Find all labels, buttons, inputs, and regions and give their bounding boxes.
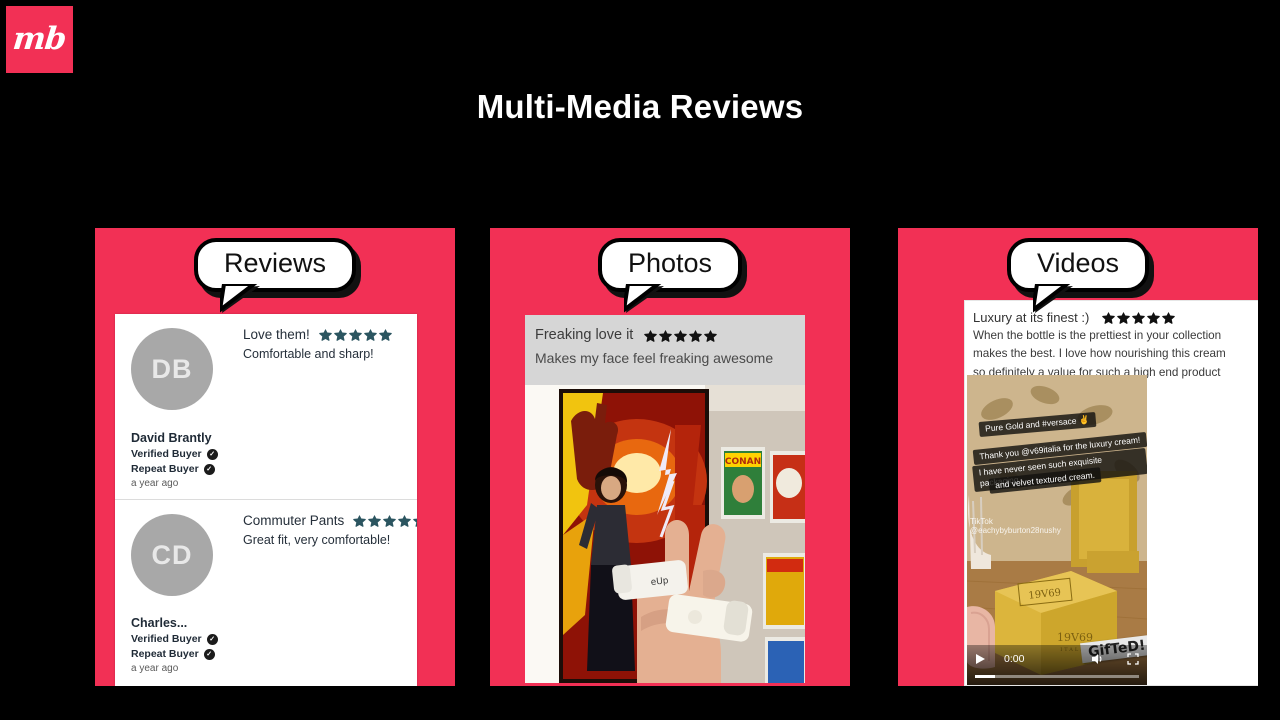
video-controls-bar: 0:00 — [967, 645, 1147, 685]
review-video-player[interactable]: 19V69 19V69 ITALIA Pure Gold and #versac… — [967, 375, 1147, 685]
speech-bubble-tail-icon — [623, 283, 664, 313]
bubble-videos: Videos — [898, 238, 1258, 313]
tiktok-watermark-label: TikTok — [970, 517, 993, 526]
review-header: Commuter Pants — [243, 513, 417, 528]
review-timestamp: a year ago — [131, 663, 179, 674]
review-title: Commuter Pants — [243, 513, 345, 528]
review-header: Love them! — [243, 327, 417, 342]
star-rating — [353, 514, 417, 527]
star-icon — [383, 514, 397, 527]
verified-buyer-label: Verified Buyer — [131, 448, 202, 460]
svg-text:eUp: eUp — [650, 576, 669, 588]
star-icon — [318, 328, 332, 341]
check-icon: ✓ — [206, 448, 218, 460]
star-icon — [333, 328, 347, 341]
review-item[interactable]: CD Commuter Pants Great fit, very comfor… — [115, 499, 417, 684]
review-body: Comfortable and sharp! — [243, 347, 374, 361]
verified-buyer-badge: Verified Buyer ✓ — [131, 448, 218, 460]
star-icon — [704, 329, 718, 342]
avatar-initials: DB — [151, 353, 193, 384]
panel-photos: Photos Freaking love it Makes my face fe… — [490, 228, 850, 686]
star-rating — [644, 329, 718, 342]
star-icon — [674, 329, 688, 342]
bubble-reviews: Reviews — [95, 238, 455, 313]
photo-review-card[interactable]: Freaking love it Makes my face feel frea… — [525, 315, 805, 683]
volume-icon[interactable] — [1091, 653, 1105, 665]
reviewer-name: David Brantly — [131, 431, 212, 445]
check-icon: ✓ — [203, 648, 215, 660]
brand-logo-text: mb — [11, 21, 68, 57]
photo-image: CONAN eUp — [525, 385, 805, 683]
bubble-photos: Photos — [490, 238, 850, 313]
repeat-buyer-badge: Repeat Buyer ✓ — [131, 463, 218, 475]
bubble-videos-label: Videos — [1036, 248, 1120, 278]
star-rating — [1102, 311, 1176, 324]
reviews-card: DB Love them! Comfortable and sharp! Dav… — [115, 314, 417, 686]
video-progress-fill — [975, 675, 995, 678]
star-icon — [413, 518, 417, 527]
speech-bubble-tail-icon — [1032, 283, 1073, 313]
panel-reviews: Reviews DB Love them! Comfortable and sh… — [95, 228, 455, 686]
bubble-photos-label: Photos — [627, 248, 713, 278]
repeat-buyer-label: Repeat Buyer — [131, 463, 199, 475]
check-icon: ✓ — [206, 633, 218, 645]
review-meta: Charles... Verified Buyer ✓ Repeat Buyer… — [131, 616, 218, 674]
star-icon — [368, 514, 382, 527]
video-review-card[interactable]: Luxury at its finest :) When the bottle … — [964, 300, 1258, 686]
slide-canvas: mb Multi-Media Reviews Reviews DB Love t… — [0, 0, 1280, 720]
panel-videos: Videos Luxury at its finest :) When the … — [898, 228, 1258, 686]
photo-review-body: Makes my face feel freaking awesome — [535, 350, 774, 366]
star-icon — [689, 329, 703, 342]
star-icon — [378, 328, 392, 341]
tiktok-watermark-handle: @eachybyburton28nushy — [970, 526, 1061, 536]
video-review-line-1: When the bottle is the prettiest in your… — [973, 329, 1222, 342]
star-icon — [1102, 311, 1116, 324]
star-icon — [1162, 311, 1176, 324]
star-icon — [398, 514, 412, 527]
fullscreen-icon[interactable] — [1127, 653, 1139, 665]
svg-text:CONAN: CONAN — [725, 457, 761, 467]
review-timestamp: a year ago — [131, 478, 179, 489]
star-icon — [644, 329, 658, 342]
repeat-buyer-badge: Repeat Buyer ✓ — [131, 648, 218, 660]
star-icon — [363, 328, 377, 341]
verified-buyer-badge: Verified Buyer ✓ — [131, 633, 218, 645]
play-icon[interactable] — [975, 653, 986, 665]
bubble-reviews-label: Reviews — [223, 248, 327, 278]
repeat-buyer-label: Repeat Buyer — [131, 648, 199, 660]
verified-buyer-label: Verified Buyer — [131, 633, 202, 645]
photo-review-title: Freaking love it — [535, 327, 634, 343]
video-review-header: Luxury at its finest :) When the bottle … — [965, 301, 1258, 380]
reviewer-name: Charles... — [131, 616, 188, 630]
star-icon — [348, 328, 362, 341]
speech-bubble-tail-icon — [219, 283, 260, 313]
star-icon — [1147, 311, 1161, 324]
tiktok-watermark: TikTok @eachybyburton28nushy — [970, 517, 1061, 535]
review-body: Great fit, very comfortable! — [243, 533, 391, 547]
video-progress-bar[interactable] — [975, 675, 1139, 678]
check-icon: ✓ — [203, 463, 215, 475]
star-icon — [353, 514, 367, 527]
review-item[interactable]: DB Love them! Comfortable and sharp! Dav… — [115, 314, 417, 499]
star-icon — [1117, 311, 1131, 324]
review-meta: David Brantly Verified Buyer ✓ Repeat Bu… — [131, 431, 218, 489]
avatar-initials: CD — [151, 539, 193, 570]
brand-logo: mb — [6, 6, 73, 73]
page-title: Multi-Media Reviews — [476, 88, 804, 125]
avatar: DB — [131, 328, 213, 410]
video-review-line-2: makes the best. I love how nourishing th… — [973, 347, 1226, 361]
photo-review-header: Freaking love it Makes my face feel frea… — [525, 315, 805, 385]
review-title: Love them! — [243, 327, 310, 342]
star-rating — [318, 328, 392, 341]
avatar: CD — [131, 514, 213, 596]
star-icon — [659, 329, 673, 342]
review-photo[interactable]: CONAN eUp — [525, 385, 805, 683]
video-current-time: 0:00 — [1004, 653, 1025, 665]
star-icon — [1132, 311, 1146, 324]
